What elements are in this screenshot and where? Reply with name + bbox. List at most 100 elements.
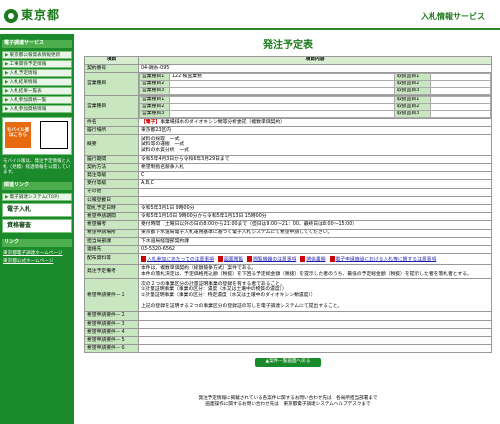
sub-value: 122 検査業務 [169,73,395,81]
sidebar-item-kouji[interactable]: ▶工事関係予定情報 [2,59,72,68]
sub-label: 取扱品目1 [394,96,431,104]
row-value: 東京都23区内 [138,126,492,136]
table-row: 希望申請要件－６ [84,344,492,354]
table-row: 営業種目 営業種目1 122 検査業務 取扱品目1 営業種目2 取扱品目2 営業種目3 取扱品… [84,71,492,96]
procurement-homepage-link[interactable]: 東京都電子調達ホームページ [2,250,72,257]
back-to-list-button[interactable]: ▲案件一覧画面へ戻る [255,358,321,368]
sub-value [430,79,491,88]
table-row: 発注予定備考 本件は、複数単価契約（総額競争方式）案件である。 本件の落札決定は、… [84,264,492,280]
arrow-icon: ▶ [5,106,9,112]
document-link[interactable]: 入札参加にあたっての注意事項 [141,256,214,263]
sidebar-item-label: 入札予定情報 [9,70,38,76]
portal-link-label: 電子調達システム(TOP) [9,195,59,201]
main-content: 発注予定表 項目 項目内容 契約番号 04-錦糸-095 営業種目 営業種目1 122 … [84,36,492,368]
table-row: 履行場所 東京都23区内 [84,126,492,136]
row-label: 受付等級 [84,179,139,189]
table-row: 希望申請要件－１ 次の２つの事業区分の計量証明事業の登録を有する者であること。 ①… [84,278,492,313]
row-value: 本件は、複数単価契約（総額競争方式）案件である。 本件の落札決定は、予定価格見込… [138,264,492,280]
row-value [138,187,492,197]
row-value: 入札参加にあたっての注意事項 図面閲覧 閲覧機器の注意事項 関係書類 電子申請施設におけ… [138,253,492,266]
qualification-button[interactable]: 資格審査 [2,219,72,234]
row-label: 開札予定日時 [84,203,139,214]
row-label: 概要 [84,134,139,156]
row-label: 担当局部課 [84,236,139,246]
sub-label: 営業種目2 [139,79,170,88]
row-value [138,336,492,346]
sidebar-item-label: 東京都公報発表情報更新 [9,52,61,58]
document-link[interactable]: 電子申請施設における入札等に関する注意事項 [330,256,437,263]
arrow-icon: ▶ [5,61,9,67]
table-row: 履行期間 令和5年4月3日から令和6年3月29日まで [84,154,492,165]
mobile-banner[interactable]: モバイル版はこちら [2,116,72,155]
sub-label: 営業種目1 [139,96,170,104]
sidebar-item-shikaku[interactable]: ▶入札参加資格情報 [2,104,72,113]
column-header-content: 項目内容 [138,55,492,65]
tokyo-official-link[interactable]: 東京都公式ホームページ [2,258,72,265]
row-value: 04-錦糸-095 [138,63,492,73]
sidebar-item-yotei[interactable]: ▶入札予定情報 [2,68,72,77]
table-row: 開札予定日時 令和5年3月1日 9時00分 [84,203,492,214]
sub-label: 営業種目3 [139,86,170,95]
qr-code-icon [40,120,68,149]
document-link[interactable]: 関係書類 [300,256,325,263]
row-value: 令和5年3月1日 9時00分 [138,203,492,214]
table-row: 希望申請場所 東京都下水道局電子入札運用基準に基づく電子入札システムにて希望申請し… [84,228,492,238]
sidebar-menu-title: 電子調達サービス [2,40,72,48]
arrow-icon: ▶ [5,52,9,58]
row-label: 希望申請要件－６ [84,344,139,354]
row-label: 営業種目 [84,71,139,96]
row-value: C [138,171,492,181]
table-row: 希望申請要件－２ [84,311,492,321]
portal-link[interactable]: ▶電子調達システム(TOP) [2,193,72,202]
service-title: 入札情報サービス [421,12,485,21]
row-label: 履行場所 [84,126,139,136]
row-label: 件名 [84,117,139,128]
sidebar-item-ichiran[interactable]: ▶入札結果一覧表 [2,86,72,95]
table-row: 概要 試料の採取 一式 試料等の運搬 一式 試料の水質分析 一式 [84,134,492,156]
document-link[interactable]: 閲覧機器の注意事項 [247,256,296,263]
sub-label: 取扱品目1 [394,73,431,81]
table-row: 公報登載日 [84,195,492,205]
sub-label: 取扱品目3 [394,86,431,95]
row-label: 営業種目 [84,94,139,119]
mobile-description: モバイル版は、発注予定情報と入札（見積）経過情報を公開しています。 [3,158,71,176]
sub-value [430,73,491,81]
row-value [138,319,492,329]
table-row: 希望備考 受付時間 土曜日以外の日の8:00から21:00まで（但日は9:00～2… [84,220,492,230]
row-label: 配布資料等 [84,253,139,266]
sub-value [169,86,395,95]
row-label: 履行期間 [84,154,139,165]
row-label: 発注予定備考 [84,264,139,280]
sub-value [169,96,395,104]
sub-value [169,102,395,111]
e-bid-button[interactable]: 電子入札 [2,203,72,218]
row-label: 契約方法 [84,163,139,173]
table-row: 担当局部課 下水道局経理部契約課 [84,236,492,246]
sub-label: 取扱品目3 [394,109,431,118]
footer: 発注予定情報に掲載されている各案件に関するお問い合わせ先は 各局所担当部署まで … [84,396,492,409]
table-row: 発注等級 C [84,171,492,181]
electronic-tag: 【電子】 [141,119,161,125]
sidebar-item-kekka[interactable]: ▶入札結果情報 [2,77,72,86]
logo[interactable]: 東京都 [4,8,60,23]
row-label: 連絡先 [84,244,139,255]
table-row: その他 [84,187,492,197]
sub-label: 取扱品目2 [394,102,431,111]
document-link[interactable]: 図面閲覧 [218,256,243,263]
table-row: 受付等級 A,B,C [84,179,492,189]
row-label: 発注等級 [84,171,139,181]
sidebar-item-shikaku-list[interactable]: ▶入札参加資格一覧 [2,95,72,104]
sub-label: 営業種目2 [139,102,170,111]
footer-line-2: 画面操作に関するお問い合わせ先は 東京都電子調達システムヘルプデスクまで [205,402,371,408]
sidebar-item-label: 工事関係予定情報 [9,61,47,67]
arrow-icon: ▶ [5,97,9,103]
mobile-button[interactable]: モバイル版はこちら [5,121,31,148]
sidebar-item-koho[interactable]: ▶東京都公報発表情報更新 [2,50,72,59]
header: 東京都 入札情報サービス [0,0,500,30]
row-label: 希望申請要件－１ [84,278,139,313]
row-value: 令和5年4月3日から令和6年3月29日まで [138,154,492,165]
arrow-icon: ▶ [5,195,9,201]
sidebar-item-label: 入札結果一覧表 [9,88,42,94]
row-value: 受付時間 土曜日以外の日の8:00から21:00まで（但日は9:00～21：00… [138,220,492,230]
sidebar: 電子調達サービス ▶東京都公報発表情報更新 ▶工事関係予定情報 ▶入札予定情報 … [0,34,74,424]
